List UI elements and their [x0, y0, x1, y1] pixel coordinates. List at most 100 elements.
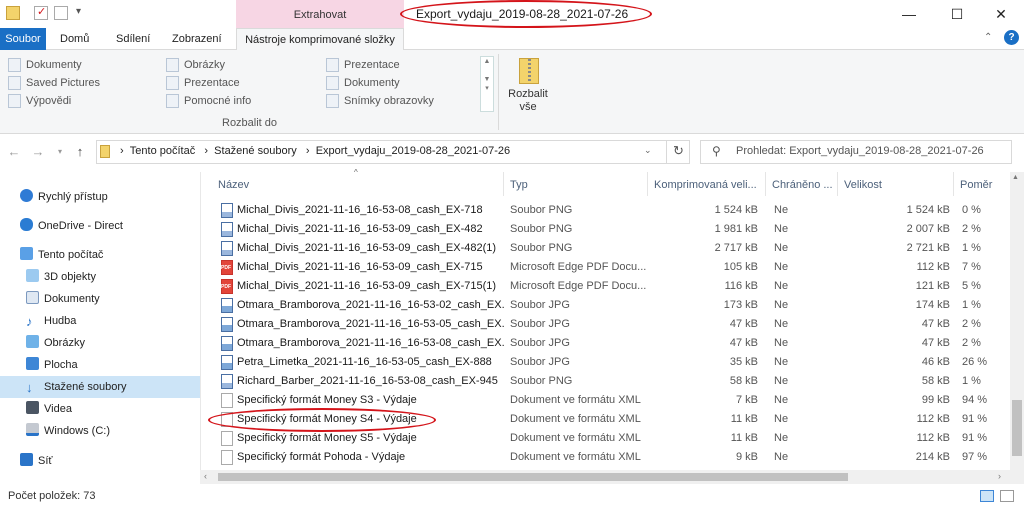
tab-view[interactable]: Zobrazení	[164, 28, 230, 50]
file-type: Soubor PNG	[510, 204, 573, 216]
horizontal-scroll-thumb[interactable]	[218, 473, 848, 481]
extract-target-presentations-2[interactable]: Prezentace	[326, 56, 400, 74]
column-protected[interactable]: Chráněno ...	[766, 172, 838, 196]
extract-target-label: Prezentace	[184, 77, 240, 89]
nav-windows-c[interactable]: Windows (C:)	[26, 420, 110, 442]
file-ratio: 26 %	[962, 356, 988, 368]
file-ratio: 94 %	[962, 394, 988, 406]
file-row[interactable]: Michal_Divis_2021-11-16_16-53-08_cash_EX…	[218, 201, 1008, 220]
properties-icon[interactable]: ✓	[34, 6, 48, 20]
folder-icon[interactable]	[6, 6, 20, 20]
scroll-right-icon[interactable]: ›	[998, 471, 1001, 481]
column-type[interactable]: Typ	[504, 172, 648, 196]
nav-desktop[interactable]: Plocha	[26, 354, 78, 376]
file-row[interactable]: Michal_Divis_2021-11-16_16-53-09_cash_EX…	[218, 239, 1008, 258]
breadcrumb[interactable]: › Tento počítač › Stažené soubory › Expo…	[120, 145, 510, 157]
nav-onedrive[interactable]: OneDrive - Direct	[20, 215, 123, 237]
contextual-tab-extract[interactable]: Extrahovat	[236, 0, 404, 28]
column-compressed-size[interactable]: Komprimovaná veli...	[648, 172, 766, 196]
ribbon-gallery-scroll[interactable]: ▲ ▼ ▾	[480, 56, 494, 112]
extract-target-presentations[interactable]: Prezentace	[166, 74, 240, 92]
file-name: Otmara_Bramborova_2021-11-16_16-53-08_ca…	[237, 337, 505, 349]
recent-locations-icon[interactable]: ▾	[52, 144, 68, 160]
file-name: Michal_Divis_2021-11-16_16-53-09_cash_EX…	[237, 280, 497, 292]
qa-dropdown-icon[interactable]: ▾	[76, 6, 81, 17]
file-type: Soubor JPG	[510, 318, 570, 330]
tab-home[interactable]: Domů	[52, 28, 97, 50]
nav-pictures[interactable]: Obrázky	[26, 332, 85, 354]
help-icon[interactable]: ?	[1004, 30, 1019, 45]
breadcrumb-downloads[interactable]: Stažené soubory	[214, 145, 297, 157]
desktop-icon	[26, 357, 39, 370]
new-folder-icon[interactable]	[54, 6, 68, 20]
file-name: Petra_Limetka_2021-11-16_16-53-05_cash_E…	[237, 356, 492, 368]
file-protected: Ne	[774, 318, 789, 330]
extract-target-statements[interactable]: Výpovědi	[8, 92, 71, 110]
file-size: 58 kB	[921, 375, 950, 387]
nav-network[interactable]: Síť	[20, 450, 53, 472]
tab-share[interactable]: Sdílení	[108, 28, 158, 50]
file-row[interactable]: Specifický formát Pohoda - Výdaje Dokumen…	[218, 448, 1008, 467]
extract-target-pictures[interactable]: Obrázky	[166, 56, 225, 74]
close-button[interactable]: ✕	[978, 0, 1024, 28]
nav-videos[interactable]: Videa	[26, 398, 72, 420]
column-name[interactable]: Název	[212, 172, 504, 196]
extract-target-saved-pictures[interactable]: Saved Pictures	[8, 74, 100, 92]
file-ratio: 7 %	[962, 261, 981, 273]
file-row[interactable]: Otmara_Bramborova_2021-11-16_16-53-08_ca…	[218, 334, 1008, 353]
nav-3d-objects[interactable]: 3D objekty	[26, 266, 96, 288]
forward-icon[interactable]: →	[30, 144, 46, 160]
back-icon[interactable]: ←	[6, 144, 22, 160]
file-size: 47 kB	[921, 337, 950, 349]
file-ratio: 91 %	[962, 432, 988, 444]
file-protected: Ne	[774, 432, 789, 444]
scroll-left-icon[interactable]: ‹	[204, 471, 207, 481]
details-view-icon[interactable]	[980, 490, 994, 502]
status-item-count: Počet položek: 73	[8, 490, 96, 502]
nav-documents[interactable]: Dokumenty	[26, 288, 100, 310]
file-compressed-size: 1 524 kB	[714, 204, 758, 216]
file-compressed-size: 47 kB	[729, 318, 758, 330]
scroll-up-icon[interactable]: ▲	[1012, 174, 1019, 181]
address-dropdown-icon[interactable]: ⌄	[644, 145, 652, 156]
nav-quick-access[interactable]: Rychlý přístup	[20, 186, 108, 208]
extract-all-button[interactable]: Rozbalit vše	[506, 56, 550, 114]
file-row[interactable]: Michal_Divis_2021-11-16_16-53-09_cash_EX…	[218, 258, 1008, 277]
tab-compressed-folder-tools[interactable]: Nástroje komprimované složky	[236, 28, 404, 51]
nav-this-pc[interactable]: Tento počítač	[20, 244, 103, 266]
file-size: 99 kB	[921, 394, 950, 406]
breadcrumb-this-pc[interactable]: Tento počítač	[130, 145, 195, 157]
file-row[interactable]: Petra_Limetka_2021-11-16_16-53-05_cash_E…	[218, 353, 1008, 372]
folder-icon	[166, 58, 179, 72]
file-name: Michal_Divis_2021-11-16_16-53-09_cash_EX…	[237, 261, 483, 273]
maximize-button[interactable]: ☐	[934, 0, 980, 28]
collapse-ribbon-icon[interactable]: ⌃	[984, 32, 992, 43]
column-ratio[interactable]: Poměr	[954, 172, 1010, 196]
column-size[interactable]: Velikost	[838, 172, 954, 196]
extract-target-help[interactable]: Pomocné info	[166, 92, 251, 110]
file-row[interactable]: Otmara_Bramborova_2021-11-16_16-53-05_ca…	[218, 315, 1008, 334]
file-type: Soubor PNG	[510, 223, 573, 235]
tab-file[interactable]: Soubor	[0, 28, 46, 50]
refresh-icon[interactable]: ↻	[666, 140, 690, 164]
extract-target-documents[interactable]: Dokumenty	[8, 56, 82, 74]
breadcrumb-current[interactable]: Export_vydaju_2019-08-28_2021-07-26	[316, 145, 510, 157]
nav-label: Obrázky	[44, 337, 85, 349]
nav-downloads[interactable]: ↓ Stažené soubory	[26, 376, 127, 398]
file-row[interactable]: Michal_Divis_2021-11-16_16-53-09_cash_EX…	[218, 220, 1008, 239]
file-row[interactable]: Michal_Divis_2021-11-16_16-53-09_cash_EX…	[218, 277, 1008, 296]
extract-target-screenshots[interactable]: Snímky obrazovky	[326, 92, 434, 110]
extract-target-label: Dokumenty	[344, 77, 400, 89]
file-compressed-size: 58 kB	[729, 375, 758, 387]
file-row[interactable]: Otmara_Bramborova_2021-11-16_16-53-02_ca…	[218, 296, 1008, 315]
minimize-button[interactable]: —	[886, 0, 932, 28]
large-icons-view-icon[interactable]	[1000, 490, 1014, 502]
nav-music[interactable]: ♪ Hudba	[26, 310, 76, 332]
file-row[interactable]: Richard_Barber_2021-11-16_16-53-08_cash_…	[218, 372, 1008, 391]
up-icon[interactable]: ↑	[72, 144, 88, 160]
jpg-file-icon	[221, 317, 233, 332]
file-size: 2 007 kB	[906, 223, 950, 235]
nav-label: Windows (C:)	[44, 425, 111, 437]
vertical-scroll-thumb[interactable]	[1012, 400, 1022, 456]
extract-target-documents-2[interactable]: Dokumenty	[326, 74, 400, 92]
